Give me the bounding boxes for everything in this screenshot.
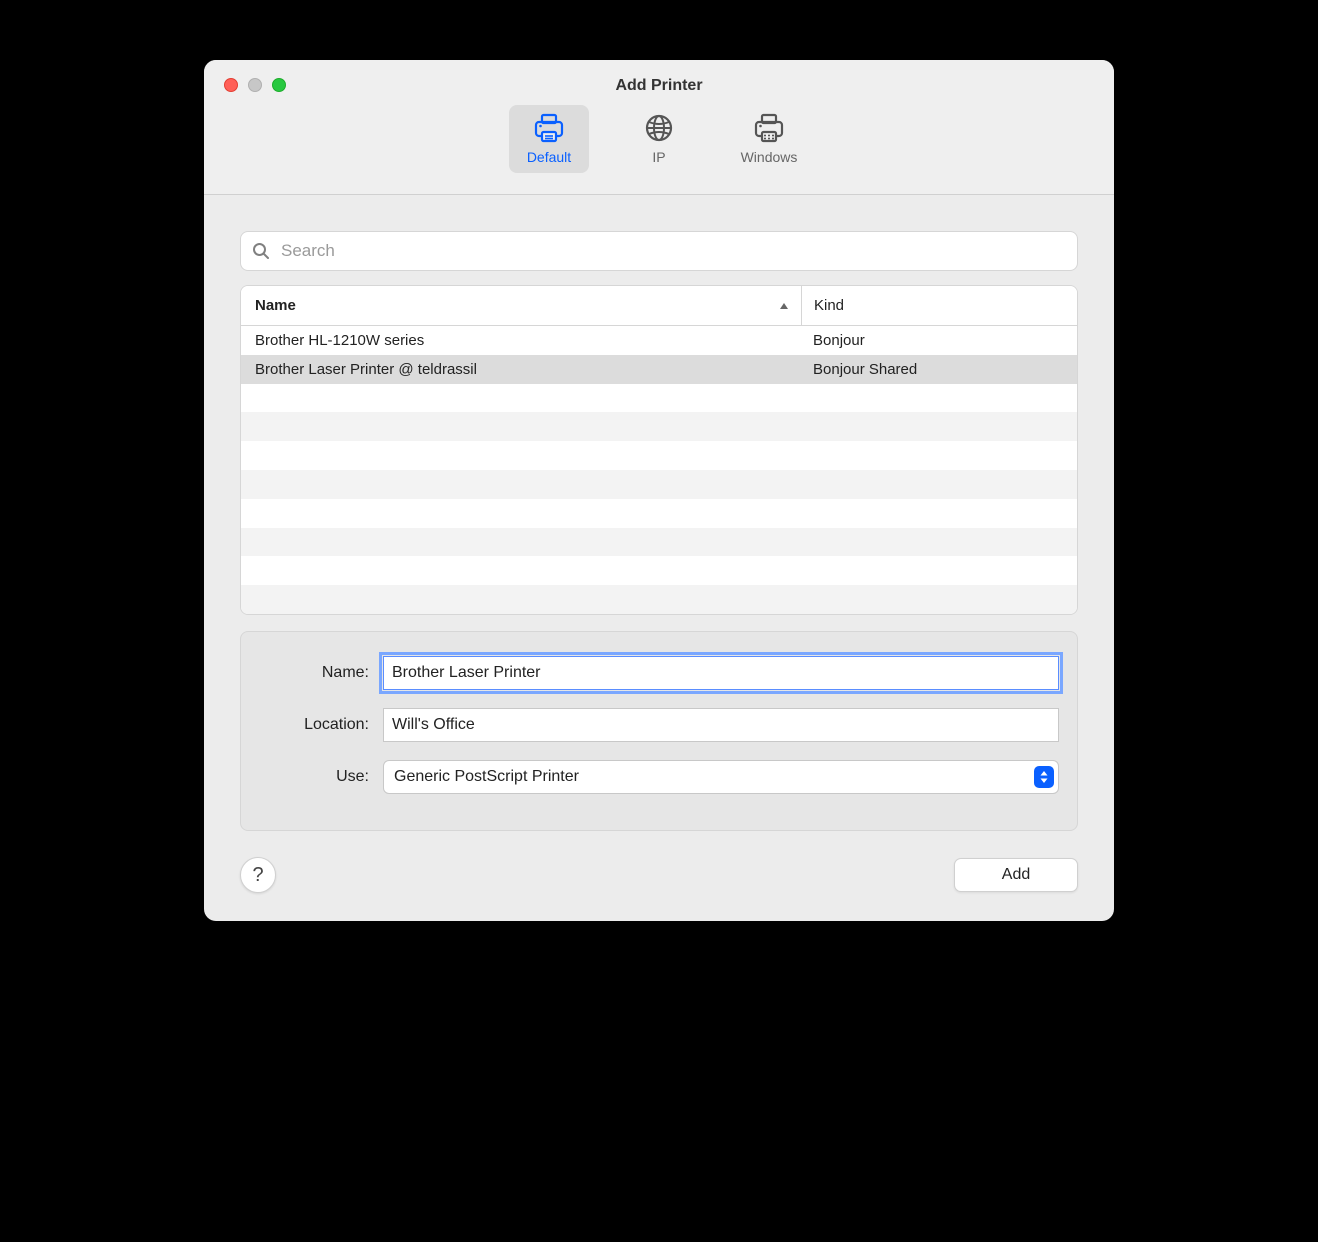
search-icon	[252, 242, 270, 260]
titlebar: Add Printer Default	[204, 60, 1114, 195]
list-row-empty	[241, 441, 1077, 470]
printer-icon	[533, 111, 565, 145]
globe-icon	[644, 111, 674, 145]
search-input[interactable]	[240, 231, 1078, 271]
location-input[interactable]	[383, 708, 1059, 742]
add-button-label: Add	[1002, 866, 1030, 883]
tab-default-label: Default	[527, 149, 571, 165]
close-button[interactable]	[224, 78, 238, 92]
add-button[interactable]: Add	[954, 858, 1078, 892]
list-row-empty	[241, 499, 1077, 528]
help-button[interactable]: ?	[240, 857, 276, 893]
search-field-wrap	[240, 231, 1078, 271]
form-row-location: Location:	[259, 708, 1059, 742]
use-label: Use:	[259, 768, 369, 786]
list-cell-name: Brother Laser Printer @ teldrassil	[241, 361, 801, 378]
location-label: Location:	[259, 716, 369, 734]
printer-windows-icon	[753, 111, 785, 145]
printer-list: Name Kind Brother HL-1210W series Bonjou…	[240, 285, 1078, 615]
list-header: Name Kind	[241, 286, 1077, 326]
toolbar-tabs: Default IP	[509, 105, 809, 173]
list-row-empty	[241, 470, 1077, 499]
column-header-kind-label: Kind	[814, 297, 844, 314]
list-row[interactable]: Brother HL-1210W series Bonjour	[241, 326, 1077, 355]
sort-ascending-icon	[779, 299, 789, 313]
printer-form: Name: Location: Use: Generic PostScript …	[240, 631, 1078, 831]
maximize-button[interactable]	[272, 78, 286, 92]
list-cell-kind: Bonjour	[801, 332, 1077, 349]
help-icon: ?	[252, 864, 263, 887]
content-area: Name Kind Brother HL-1210W series Bonjou…	[204, 195, 1114, 831]
list-row-empty	[241, 384, 1077, 413]
list-row-empty	[241, 528, 1077, 557]
list-row-empty	[241, 412, 1077, 441]
use-select-value: Generic PostScript Printer	[394, 768, 579, 786]
minimize-button[interactable]	[248, 78, 262, 92]
list-row-empty	[241, 585, 1077, 614]
name-input[interactable]	[383, 656, 1059, 690]
select-arrows-icon	[1034, 766, 1054, 788]
window-title: Add Printer	[615, 77, 702, 95]
list-row[interactable]: Brother Laser Printer @ teldrassil Bonjo…	[241, 355, 1077, 384]
tab-windows-label: Windows	[741, 149, 798, 165]
add-printer-window: Add Printer Default	[204, 60, 1114, 921]
column-header-name-label: Name	[255, 297, 296, 314]
tab-default[interactable]: Default	[509, 105, 589, 173]
tab-ip-label: IP	[652, 149, 665, 165]
tab-ip[interactable]: IP	[619, 105, 699, 173]
list-row-empty	[241, 556, 1077, 585]
list-rows: Brother HL-1210W series Bonjour Brother …	[241, 326, 1077, 614]
name-label: Name:	[259, 664, 369, 682]
tab-windows[interactable]: Windows	[729, 105, 809, 173]
column-header-kind[interactable]: Kind	[801, 286, 1077, 325]
list-cell-kind: Bonjour Shared	[801, 361, 1077, 378]
footer: ? Add	[204, 831, 1114, 921]
column-header-name[interactable]: Name	[241, 286, 801, 325]
use-select[interactable]: Generic PostScript Printer	[383, 760, 1059, 794]
form-row-name: Name:	[259, 656, 1059, 690]
list-cell-name: Brother HL-1210W series	[241, 332, 801, 349]
form-row-use: Use: Generic PostScript Printer	[259, 760, 1059, 794]
traffic-lights	[224, 78, 286, 92]
